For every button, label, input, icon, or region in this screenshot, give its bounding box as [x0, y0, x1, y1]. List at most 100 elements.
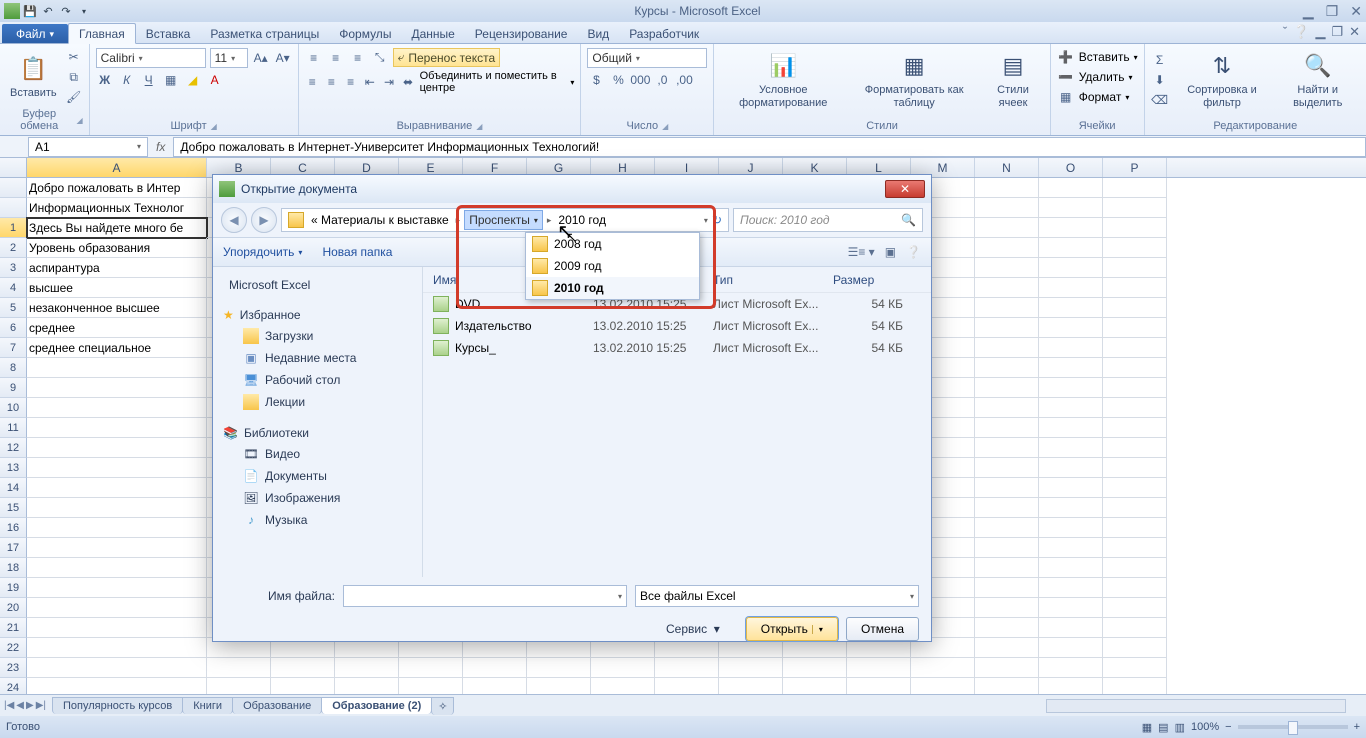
zoom-slider[interactable]: [1238, 725, 1348, 729]
cancel-button[interactable]: Отмена: [846, 617, 919, 641]
row-number[interactable]: 14: [0, 478, 27, 498]
cell[interactable]: [1039, 318, 1103, 338]
cell[interactable]: [1103, 458, 1167, 478]
new-sheet-button[interactable]: ✧: [431, 697, 454, 715]
sidebar-downloads[interactable]: Загрузки: [219, 325, 416, 347]
cell[interactable]: [1103, 378, 1167, 398]
cell[interactable]: [399, 658, 463, 678]
cell[interactable]: [783, 658, 847, 678]
col-header-a[interactable]: A: [27, 158, 207, 177]
cell[interactable]: [1103, 558, 1167, 578]
col-header[interactable]: O: [1039, 158, 1103, 177]
cell-styles-button[interactable]: ▤Стили ячеек: [982, 48, 1043, 112]
view-normal-icon[interactable]: ▦: [1142, 721, 1152, 734]
dropdown-item-current[interactable]: 2010 год: [526, 277, 699, 299]
cell[interactable]: [1039, 538, 1103, 558]
cell[interactable]: [1103, 418, 1167, 438]
cell[interactable]: [1103, 478, 1167, 498]
orientation-icon[interactable]: ⤡: [371, 49, 389, 67]
align-left-icon[interactable]: ≡: [305, 73, 320, 91]
cell[interactable]: Информационных Технолог: [27, 198, 207, 218]
file-row[interactable]: Курсы_ 13.02.2010 15:25 Лист Microsoft E…: [423, 337, 931, 359]
cell[interactable]: [847, 658, 911, 678]
dropdown-item[interactable]: 2009 год: [526, 255, 699, 277]
clear-icon[interactable]: ⌫: [1151, 91, 1169, 109]
cell[interactable]: [27, 578, 207, 598]
dialog-launcher-icon[interactable]: ◢: [662, 122, 668, 131]
cell[interactable]: [975, 318, 1039, 338]
sidebar-lectures[interactable]: Лекции: [219, 391, 416, 413]
file-filter-select[interactable]: Все файлы Excel▾: [635, 585, 919, 607]
row-number[interactable]: 16: [0, 518, 27, 538]
tab-layout[interactable]: Разметка страницы: [200, 24, 329, 43]
file-row[interactable]: Издательство 13.02.2010 15:25 Лист Micro…: [423, 315, 931, 337]
cell[interactable]: [1039, 498, 1103, 518]
row-number[interactable]: 21: [0, 618, 27, 638]
row-number[interactable]: 17: [0, 538, 27, 558]
cell[interactable]: [975, 278, 1039, 298]
col-size[interactable]: Размер: [833, 273, 903, 287]
cell[interactable]: [1039, 258, 1103, 278]
row-number[interactable]: 1: [0, 218, 27, 238]
cell[interactable]: высшее: [27, 278, 207, 298]
tab-review[interactable]: Рецензирование: [465, 24, 578, 43]
redo-icon[interactable]: ↷: [58, 3, 74, 19]
dialog-launcher-icon[interactable]: ◢: [476, 122, 482, 131]
increase-indent-icon[interactable]: ⇥: [381, 73, 396, 91]
grow-font-icon[interactable]: A▴: [252, 49, 270, 67]
format-painter-icon[interactable]: 🖌: [65, 88, 83, 106]
cell[interactable]: [27, 538, 207, 558]
delete-cells-button[interactable]: ➖Удалить▾: [1057, 68, 1138, 86]
restore-button[interactable]: ❐: [1326, 3, 1339, 20]
format-as-table-button[interactable]: ▦Форматировать как таблицу: [850, 48, 978, 112]
number-format-select[interactable]: Общий▾: [587, 48, 707, 68]
row-number[interactable]: 3: [0, 258, 27, 278]
cell[interactable]: [1039, 638, 1103, 658]
cell[interactable]: [1103, 198, 1167, 218]
copy-icon[interactable]: ⧉: [65, 68, 83, 86]
align-right-icon[interactable]: ≡: [343, 73, 358, 91]
minimize-ribbon-icon[interactable]: ˇ: [1283, 24, 1287, 40]
cell[interactable]: [1039, 518, 1103, 538]
cell[interactable]: [1103, 538, 1167, 558]
zoom-level[interactable]: 100%: [1191, 721, 1219, 733]
find-select-button[interactable]: 🔍Найти и выделить: [1275, 48, 1360, 112]
row-number[interactable]: 11: [0, 418, 27, 438]
cell[interactable]: [655, 658, 719, 678]
row-number[interactable]: 6: [0, 318, 27, 338]
dialog-launcher-icon[interactable]: ◢: [76, 116, 82, 125]
view-mode-icon[interactable]: ☰≡ ▾: [848, 245, 875, 259]
row-number[interactable]: 7: [0, 338, 27, 358]
cell[interactable]: [975, 418, 1039, 438]
tab-formulas[interactable]: Формулы: [329, 24, 401, 43]
dropdown-item[interactable]: 2008 год: [526, 233, 699, 255]
col-header[interactable]: P: [1103, 158, 1167, 177]
dialog-search-input[interactable]: Поиск: 2010 год 🔍: [733, 208, 923, 232]
cell[interactable]: [1039, 598, 1103, 618]
cell[interactable]: [1039, 378, 1103, 398]
cell[interactable]: [1039, 198, 1103, 218]
cell[interactable]: [975, 438, 1039, 458]
font-color-icon[interactable]: A: [206, 71, 224, 89]
col-type[interactable]: Тип: [713, 273, 833, 287]
paste-button[interactable]: 📋 Вставить: [6, 51, 61, 102]
cell[interactable]: [1039, 238, 1103, 258]
cell[interactable]: [591, 658, 655, 678]
new-folder-button[interactable]: Новая папка: [322, 245, 392, 259]
window-minimize-icon[interactable]: ▁: [1315, 24, 1325, 40]
sidebar-documents[interactable]: 📄Документы: [219, 465, 416, 487]
sheet-tab[interactable]: Популярность курсов: [52, 697, 183, 714]
undo-icon[interactable]: ↶: [40, 3, 56, 19]
cell[interactable]: Здесь Вы найдете много бе: [27, 218, 207, 238]
percent-icon[interactable]: %: [609, 71, 627, 89]
sheet-tab[interactable]: Образование: [232, 697, 322, 714]
cell[interactable]: [975, 238, 1039, 258]
horizontal-scrollbar[interactable]: [1046, 699, 1346, 713]
cell[interactable]: [1039, 338, 1103, 358]
align-middle-icon[interactable]: ≡: [327, 49, 345, 67]
row-number[interactable]: 9: [0, 378, 27, 398]
dialog-launcher-icon[interactable]: ◢: [211, 122, 217, 131]
cell[interactable]: [1039, 578, 1103, 598]
row-number[interactable]: 4: [0, 278, 27, 298]
cell[interactable]: незаконченное высшее: [27, 298, 207, 318]
